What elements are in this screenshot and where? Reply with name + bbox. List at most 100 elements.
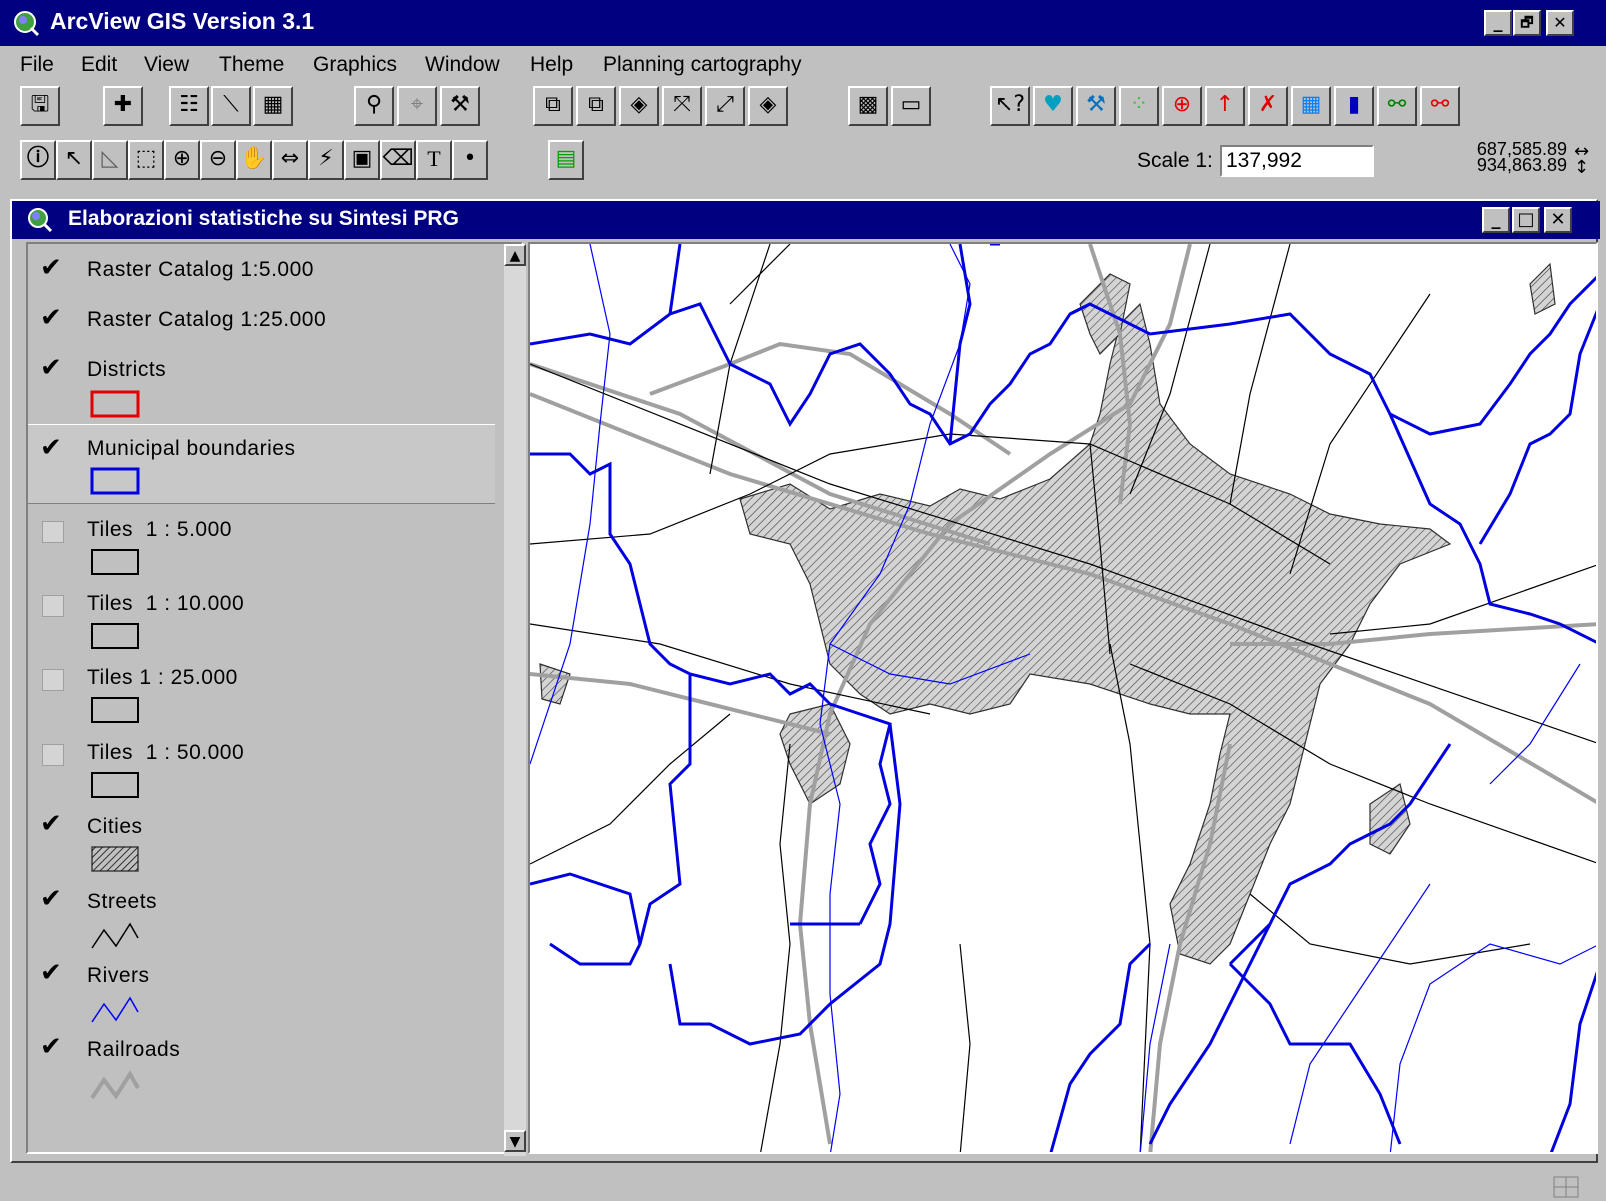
extension-4-button[interactable]: ⊕ [1162,86,1202,126]
extension-6-button[interactable]: ✗ [1248,86,1288,126]
menu-window[interactable]: Window [425,53,500,77]
layer-checkbox[interactable] [40,433,64,463]
extension-10-button[interactable]: ⚯ [1420,86,1460,126]
hotlink-tool[interactable]: ⚡ [308,140,344,180]
zoom-out-fixed-button[interactable]: ⤢ [705,86,745,126]
layer-cities[interactable]: Cities [28,803,495,875]
find-button[interactable]: ⚲ [354,86,394,126]
layer-streets[interactable]: Streets [28,878,495,950]
layer-tiles-5000[interactable]: Tiles 1 : 5.000 [28,506,495,578]
layer-checkbox[interactable] [40,253,64,283]
menu-edit[interactable]: Edit [81,53,117,77]
locate-address-button[interactable]: ⌖ [397,86,437,126]
layer-tiles-50000[interactable]: Tiles 1 : 50.000 [28,729,495,801]
extension-9-button[interactable]: ⚯ [1377,86,1417,126]
zoom-full-extent-button[interactable]: ⧉ [533,86,573,126]
layer-checkbox[interactable] [42,669,64,691]
layer-checkbox[interactable] [42,521,64,543]
table-of-contents: Raster Catalog 1:5.000 Raster Catalog 1:… [26,242,526,1156]
zoom-in-fixed-button[interactable]: ⤧ [662,86,702,126]
menu-view[interactable]: View [144,53,189,77]
map-display[interactable] [528,242,1598,1154]
close-button[interactable]: ✕ [1546,10,1574,36]
layer-municipal-boundaries[interactable]: Municipal boundaries [28,424,495,504]
open-table-button[interactable]: ▦ [253,86,293,126]
menu-help[interactable]: Help [530,53,573,77]
layer-checkbox[interactable] [42,744,64,766]
view-minimize-button[interactable]: _ [1482,207,1510,233]
hammer-query-icon: ⚒ [1086,92,1106,117]
chart-button[interactable]: ▮ [1334,86,1374,126]
minimize-icon: _ [1493,12,1503,33]
layer-label: Streets [87,890,158,913]
pointer-tool[interactable]: ↖ [56,140,92,180]
zoom-out-tool[interactable]: ⊖ [200,140,236,180]
extension-1-button[interactable]: ♥ [1033,86,1073,126]
layer-label: Railroads [87,1038,181,1061]
add-theme-button[interactable]: ✚ [103,86,143,126]
extension-tool[interactable]: ▤ [548,140,584,180]
layer-rivers[interactable]: Rivers [28,952,495,1024]
label-tool[interactable]: ⌫ [380,140,416,180]
layer-tiles-10000[interactable]: Tiles 1 : 10.000 [28,580,495,652]
app-title: ArcView GIS Version 3.1 [50,8,315,34]
layer-districts[interactable]: Districts [28,352,495,420]
edit-legend-button[interactable]: ⟍ [211,86,251,126]
locate-icon: ⌖ [410,92,424,117]
map-canvas[interactable] [530,244,1598,1154]
menu-file[interactable]: File [20,53,54,77]
restore-button[interactable]: 🗗 [1513,10,1541,36]
scroll-down-button[interactable]: ▼ [504,1130,526,1152]
layer-checkbox[interactable] [40,958,64,988]
layer-railroads[interactable]: Railroads [28,1026,495,1102]
zoom-in-tool[interactable]: ⊕ [164,140,200,180]
theme-properties-button[interactable]: ☷ [169,86,209,126]
layer-checkbox[interactable] [40,303,64,333]
identify-tool[interactable]: ⓘ [20,140,56,180]
layer-label: Cities [87,815,143,838]
menu-theme[interactable]: Theme [219,53,284,77]
layer-checkbox[interactable] [40,884,64,914]
zoom-previous-button[interactable]: ◈ [748,86,788,126]
draw-point-tool[interactable]: • [452,140,488,180]
layer-checkbox[interactable] [42,595,64,617]
menu-planning-cartography[interactable]: Planning cartography [603,53,801,77]
minimize-button[interactable]: _ [1484,10,1512,36]
app-titlebar[interactable]: ArcView GIS Version 3.1 _ 🗗 ✕ [0,0,1606,46]
select-feature-tool[interactable]: ⬚ [128,140,164,180]
layer-checkbox[interactable] [40,1032,64,1062]
layer-raster-catalog-25000[interactable]: Raster Catalog 1:25.000 [28,302,495,348]
layer-checkbox[interactable] [40,353,64,383]
view-titlebar[interactable]: Elaborazioni statistiche su Sintesi PRG … [12,201,1600,239]
toc-scrollbar[interactable]: ▲ ▼ [504,244,526,1156]
extension-2-button[interactable]: ⚒ [1076,86,1116,126]
help-button[interactable]: ↖? [990,86,1030,126]
extension-3-button[interactable]: ⁘ [1119,86,1159,126]
layout-button[interactable]: ▭ [891,86,931,126]
save-button[interactable]: 🖫 [20,86,60,126]
vertex-edit-tool[interactable]: ◺ [92,140,128,180]
layer-checkbox[interactable] [40,809,64,839]
layer-raster-catalog-5000[interactable]: Raster Catalog 1:5.000 [28,252,495,298]
layer-tiles-25000[interactable]: Tiles 1 : 25.000 [28,654,495,726]
pan-tool[interactable]: ✋ [236,140,272,180]
view-maximize-button[interactable]: □ [1512,207,1540,233]
view-close-button[interactable]: ✕ [1544,207,1572,233]
zoom-active-themes-button[interactable]: ⧉ [576,86,616,126]
view-maximize-icon: □ [1517,209,1535,230]
scroll-up-button[interactable]: ▲ [504,244,526,266]
query-builder-button[interactable]: ⚒ [440,86,480,126]
zoom-selected-button[interactable]: ◈ [619,86,659,126]
zoom-out-fixed-icon: ⤢ [716,92,734,117]
extension-5-button[interactable]: ↑ [1205,86,1245,126]
extension-7-button[interactable]: ▦ [1291,86,1331,126]
coord-y-readout: 934,863.89 [1476,155,1567,175]
scale-input[interactable]: 137,992 [1220,145,1374,177]
text-tool[interactable]: T [416,140,452,180]
menu-graphics[interactable]: Graphics [313,53,397,77]
measure-tool[interactable]: ⇔ [272,140,308,180]
select-features-button[interactable]: ▩ [848,86,888,126]
point-icon: • [463,146,477,171]
area-of-interest-tool[interactable]: ▣ [344,140,380,180]
heart-map-icon: ♥ [1043,92,1063,117]
